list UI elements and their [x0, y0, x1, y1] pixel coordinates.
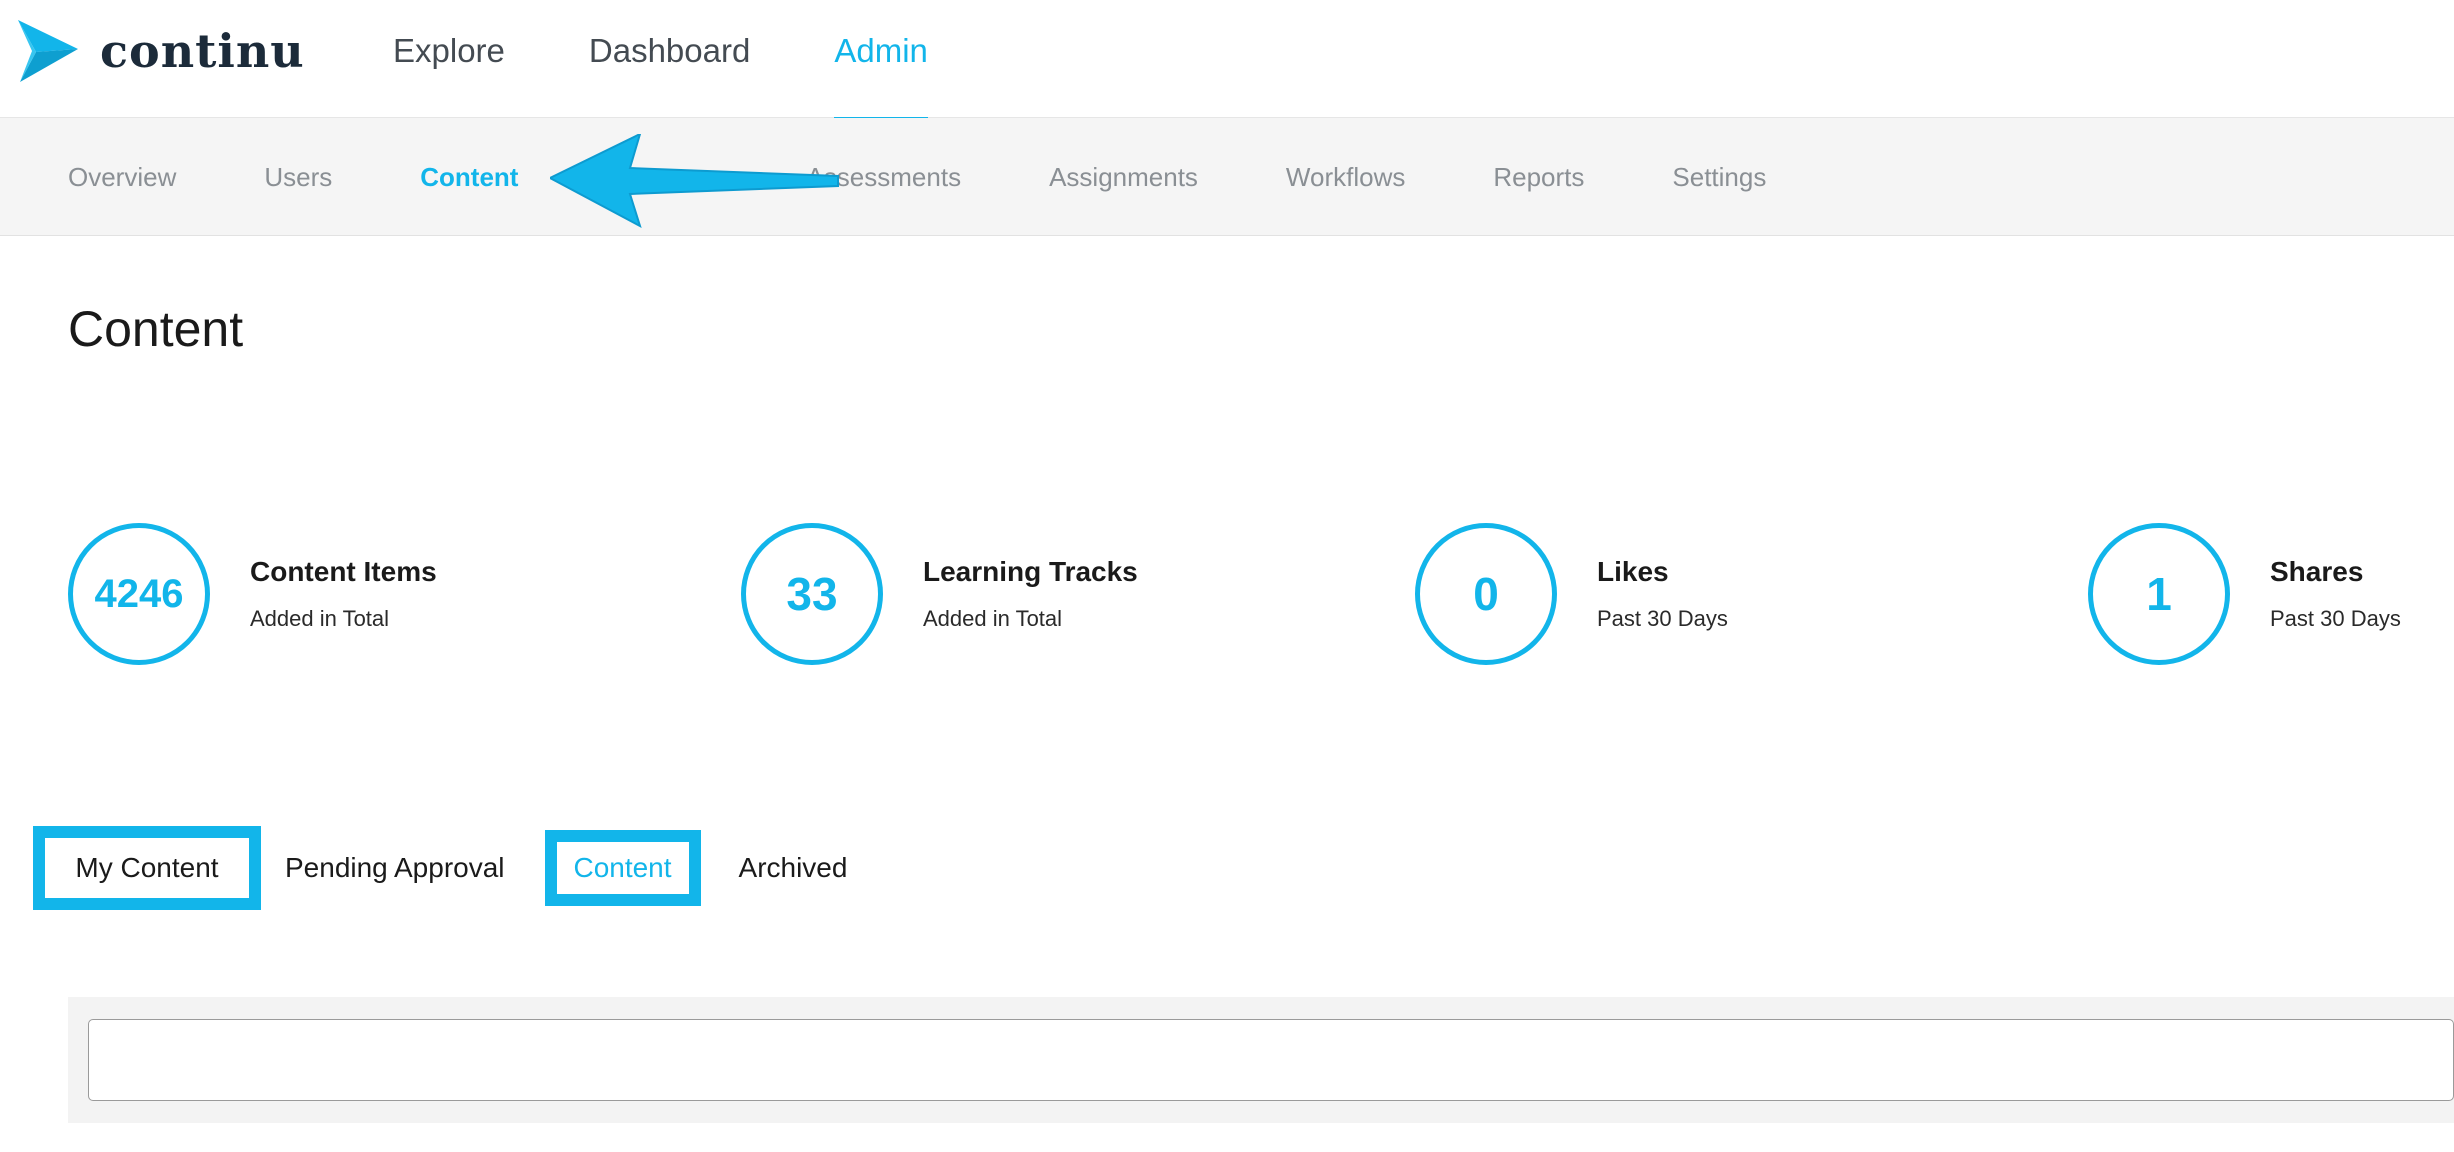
- admin-sub-navigation: Overview Users Content Assessments Assig…: [0, 118, 2454, 236]
- stat-subtitle: Added in Total: [923, 606, 1063, 631]
- sub-nav-assignments[interactable]: Assignments: [1049, 162, 1198, 193]
- sub-nav-content[interactable]: Content: [420, 162, 518, 193]
- top-nav-explore[interactable]: Explore: [393, 0, 505, 102]
- brand-logo[interactable]: continu: [18, 20, 305, 82]
- top-navigation-bar: continu Explore Dashboard Admin: [0, 0, 2454, 121]
- stat-title: Likes: [1597, 556, 1669, 587]
- stat-value-circle: 1: [2088, 523, 2230, 665]
- stat-subtitle: Added in Total: [250, 606, 390, 631]
- annotation-arrow-icon: [547, 132, 840, 239]
- stat-value-circle: 4246: [68, 523, 210, 665]
- top-nav: Explore Dashboard Admin: [393, 0, 1012, 121]
- search-panel: [68, 997, 2454, 1123]
- stat-title: Content Items: [250, 556, 437, 587]
- stat-title: Learning Tracks: [923, 556, 1138, 587]
- sub-nav-users[interactable]: Users: [264, 162, 332, 193]
- sub-nav-reports[interactable]: Reports: [1493, 162, 1584, 193]
- stat-content-items: 4246 Content Items Added in Total: [68, 523, 437, 665]
- stat-value-circle: 0: [1415, 523, 1557, 665]
- stat-title: Shares: [2270, 556, 2364, 587]
- tab-pending-approval[interactable]: Pending Approval: [285, 852, 505, 884]
- stat-shares: 1 Shares Past 30 Days: [2088, 523, 2401, 665]
- stat-likes: 0 Likes Past 30 Days: [1415, 523, 1728, 665]
- stat-subtitle: Past 30 Days: [1597, 606, 1728, 631]
- content-tabs: My Content Pending Approval Content Arch…: [33, 826, 847, 910]
- tab-content[interactable]: Content: [544, 830, 701, 906]
- sub-nav: Overview Users Content Assessments Assig…: [68, 118, 1854, 236]
- page-title: Content: [68, 301, 244, 357]
- top-nav-dashboard[interactable]: Dashboard: [589, 0, 750, 102]
- brand-wordmark: continu: [100, 24, 305, 78]
- content-search-input[interactable]: [88, 1019, 2454, 1101]
- tab-my-content[interactable]: My Content: [33, 826, 261, 910]
- stat-value-circle: 33: [741, 523, 883, 665]
- stat-subtitle: Past 30 Days: [2270, 606, 2401, 631]
- chevron-arrow-logo-icon: [18, 20, 78, 82]
- tab-archived[interactable]: Archived: [739, 852, 848, 884]
- sub-nav-workflows[interactable]: Workflows: [1286, 162, 1405, 193]
- sub-nav-overview[interactable]: Overview: [68, 162, 176, 193]
- top-nav-admin[interactable]: Admin: [834, 0, 928, 121]
- stat-learning-tracks: 33 Learning Tracks Added in Total: [741, 523, 1138, 665]
- sub-nav-settings[interactable]: Settings: [1672, 162, 1766, 193]
